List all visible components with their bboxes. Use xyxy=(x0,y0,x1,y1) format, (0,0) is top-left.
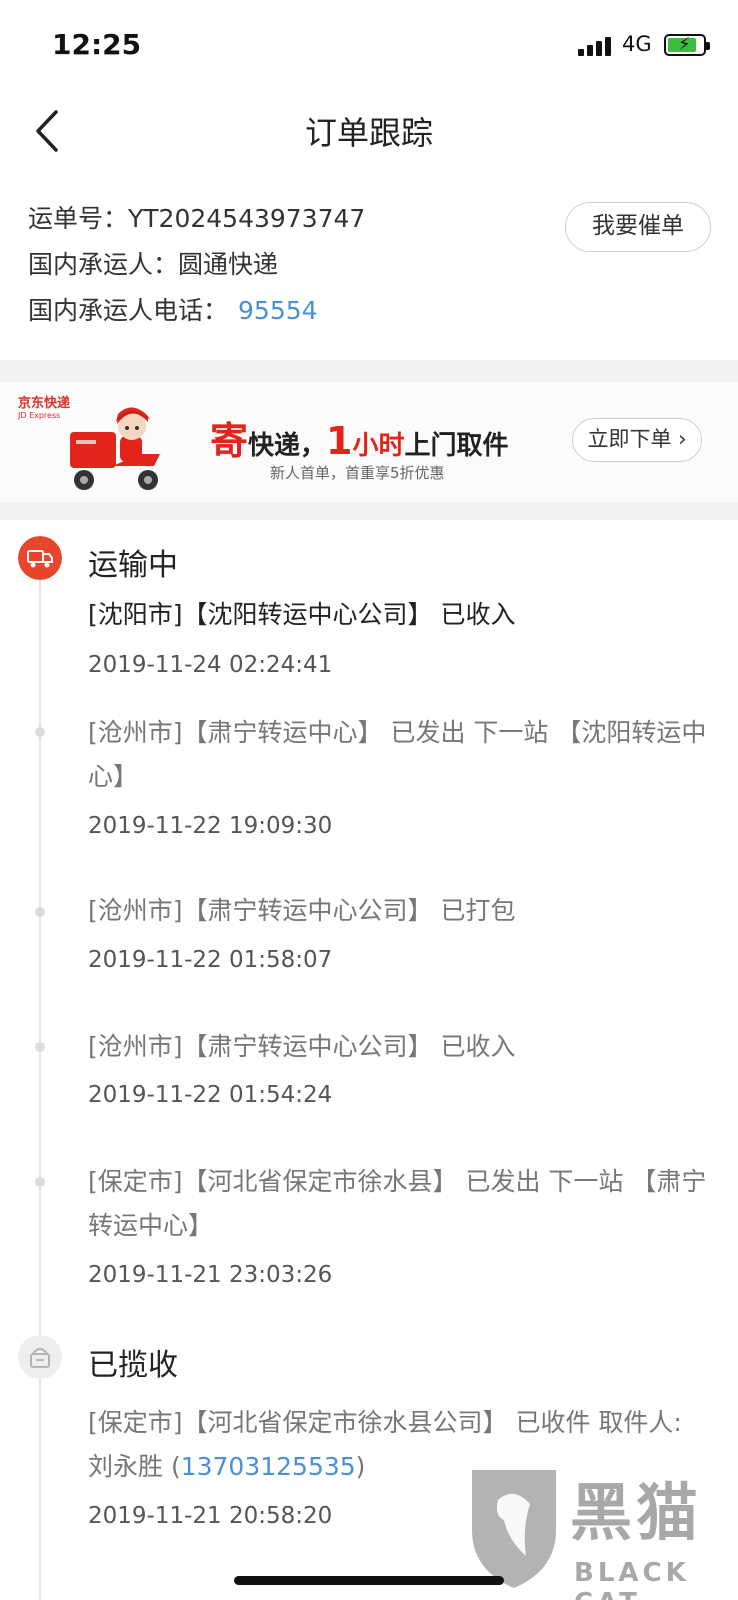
nav-bar: 订单跟踪 xyxy=(0,88,738,176)
carrier-phone-row: 国内承运人电话： 95554 xyxy=(28,288,718,334)
timeline-event-time: 2019-11-22 19:09:30 xyxy=(88,813,333,839)
pickup-event-time: 2019-11-21 20:58:20 xyxy=(88,1503,333,1529)
courier-phone-link[interactable]: 13703125535 xyxy=(181,1452,356,1481)
truck-icon xyxy=(18,536,62,580)
timeline-event-time: 2019-11-24 02:24:41 xyxy=(88,652,333,678)
tracking-timeline: 运输中 [沈阳市]【沈阳转运中心公司】 已收入 2019-11-24 02:24… xyxy=(0,520,738,1600)
home-indicator[interactable] xyxy=(234,1576,504,1585)
package-pickup-icon xyxy=(18,1335,62,1379)
courier-scooter-illustration xyxy=(70,407,160,490)
timeline-event-time: 2019-11-21 23:03:26 xyxy=(88,1262,333,1288)
battery-icon: ⚡ xyxy=(664,34,710,56)
timeline-event-time: 2019-11-22 01:54:24 xyxy=(88,1082,333,1108)
network-type: 4G xyxy=(622,32,652,56)
chevron-right-icon: › xyxy=(678,427,687,451)
status-bar: 12:25 4G ⚡ xyxy=(0,0,738,88)
timeline-dot xyxy=(35,727,45,737)
waybill-number: YT2024543973747 xyxy=(128,204,366,233)
timeline-dot xyxy=(35,1177,45,1187)
carrier-phone-label: 国内承运人电话： xyxy=(28,296,229,325)
banner-headline: 寄快递，1小时上门取件 xyxy=(210,419,509,463)
urge-order-button[interactable]: 我要催单 xyxy=(565,202,711,252)
timeline-event-text: [沈阳市]【沈阳转运中心公司】 已收入 xyxy=(88,600,516,629)
carrier-name: 圆通快递 xyxy=(178,250,279,279)
promo-banner[interactable]: 京东快递 JD Express 寄快递，1小时上门取件 新人首单，首重享5折优惠… xyxy=(0,382,738,502)
carrier-phone-link[interactable]: 95554 xyxy=(238,296,318,325)
timeline-dot xyxy=(35,907,45,917)
section-divider xyxy=(0,502,738,520)
timeline-event-text: [沧州市]【肃宁转运中心】 已发出 下一站 【沈阳转运中心】 xyxy=(88,718,707,791)
section-divider xyxy=(0,360,738,382)
page-title: 订单跟踪 xyxy=(304,114,433,152)
signal-icon xyxy=(578,36,614,56)
timeline-event-text: [沧州市]【肃宁转运中心公司】 已打包 xyxy=(88,896,516,925)
black-cat-logo-icon xyxy=(472,1470,556,1588)
waybill-label: 运单号： xyxy=(28,204,129,233)
timeline-event-time: 2019-11-22 01:58:07 xyxy=(88,947,333,973)
status-in-transit: 运输中 xyxy=(88,548,178,583)
status-picked-up: 已揽收 xyxy=(88,1348,178,1383)
order-now-button[interactable]: 立即下单 › xyxy=(572,418,702,462)
timeline-dot xyxy=(35,1042,45,1052)
carrier-label: 国内承运人： xyxy=(28,250,179,279)
status-time: 12:25 xyxy=(52,28,142,61)
watermark-subtext: BLACK CAT xyxy=(574,1558,690,1600)
timeline-event-text: [保定市]【河北省保定市徐水县】 已发出 下一站 【肃宁转运中心】 xyxy=(88,1167,707,1240)
banner-subtitle: 新人首单，首重享5折优惠 xyxy=(270,464,445,482)
timeline-event-text: [沧州市]【肃宁转运中心公司】 已收入 xyxy=(88,1032,516,1061)
watermark-text: 黑猫 xyxy=(570,1476,703,1549)
